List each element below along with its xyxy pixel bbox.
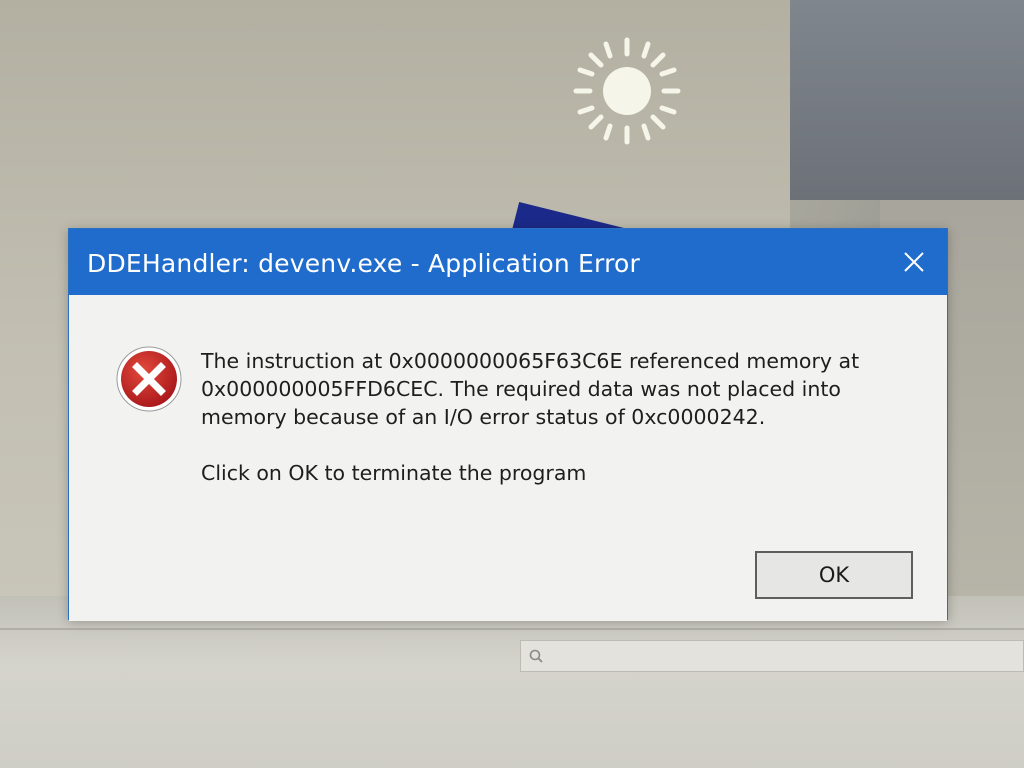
background-divider [0, 628, 1024, 630]
instruction-text: Click on OK to terminate the program [201, 461, 587, 485]
background-search-box[interactable] [520, 640, 1024, 672]
message-line: memory because of an I/O error status of… [201, 405, 766, 429]
dialog-content: The instruction at 0x0000000065F63C6E re… [69, 295, 947, 621]
dialog-title: DDEHandler: devenv.exe - Application Err… [87, 249, 640, 278]
message-line: The instruction at 0x0000000065F63C6E re… [201, 349, 860, 373]
background-panel [790, 0, 1024, 200]
error-message: The instruction at 0x0000000065F63C6E re… [201, 347, 921, 487]
sun-icon [573, 37, 681, 145]
application-error-dialog: DDEHandler: devenv.exe - Application Err… [68, 228, 948, 621]
message-line: 0x000000005FFD6CEC. The required data wa… [201, 377, 841, 401]
dialog-titlebar[interactable]: DDEHandler: devenv.exe - Application Err… [69, 229, 947, 295]
ok-button[interactable]: OK [755, 551, 913, 599]
error-x-icon [116, 346, 182, 412]
search-icon [529, 649, 543, 663]
close-icon [904, 252, 924, 272]
close-button[interactable] [891, 239, 937, 285]
background-taskbar-area [0, 596, 1024, 768]
